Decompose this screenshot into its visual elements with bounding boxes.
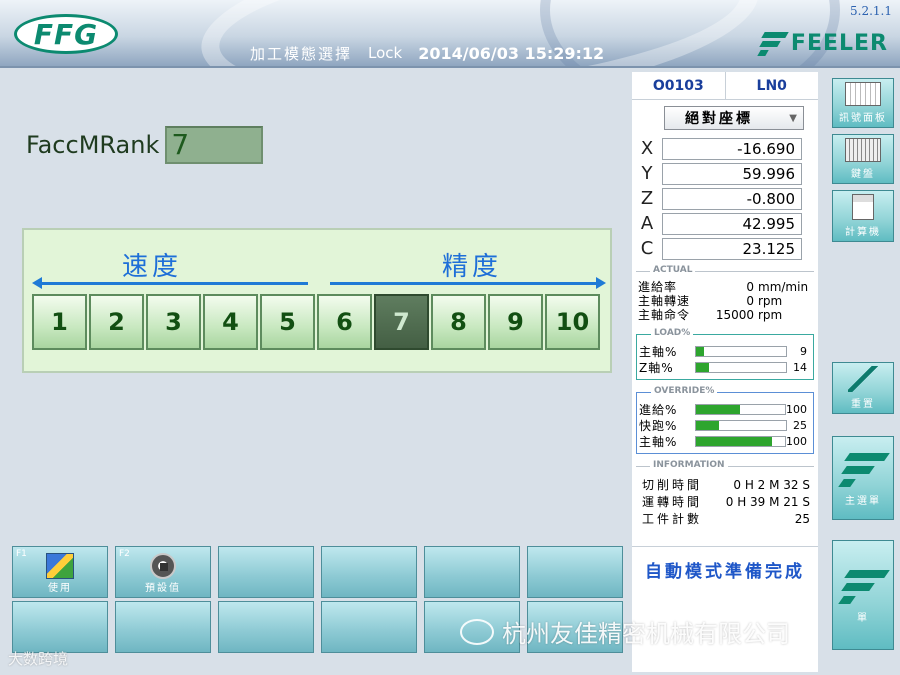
ffg-logo: FFG — [14, 14, 118, 54]
axis-value: 42.995 — [662, 212, 802, 235]
stop-icon — [150, 553, 176, 579]
mode-status-message: 自動模式準備完成 — [632, 546, 818, 582]
actual-group: ACTUAL 進給率 0 mm/min 主軸轉速 0 rpm 主軸命令 15000 rpm — [636, 265, 814, 326]
f9-button[interactable] — [218, 601, 314, 653]
f5-button[interactable] — [424, 546, 520, 598]
rank-button-4[interactable]: 4 — [203, 294, 258, 350]
feeler-logo: FEELER — [757, 30, 888, 56]
axis-row-c: C 23.125 — [632, 236, 818, 261]
f4-button[interactable] — [321, 546, 417, 598]
keyboard-button[interactable]: 鍵盤 — [832, 134, 894, 184]
version-label: 5.2.1.1 — [850, 4, 892, 18]
axis-row-a: A 42.995 — [632, 211, 818, 236]
axis-value: 23.125 — [662, 237, 802, 260]
bar-row: Z軸% 14 — [639, 360, 807, 375]
axis-value: -16.690 — [662, 137, 802, 160]
load-group: LOAD% 主軸% 9 Z軸% 14 — [636, 328, 814, 380]
axis-row-y: Y 59.996 — [632, 161, 818, 186]
rank-button-3[interactable]: 3 — [146, 294, 201, 350]
axis-label: A — [640, 213, 654, 234]
status-row: 運轉時間 0 H 39 M 21 S — [642, 495, 810, 509]
bar-row: 進給% 100 — [639, 402, 807, 417]
rank-value-field[interactable]: 7 — [165, 126, 264, 164]
axis-row-z: Z -0.800 — [632, 186, 818, 211]
f6-button[interactable] — [527, 546, 623, 598]
rank-button-9[interactable]: 9 — [488, 294, 543, 350]
f2-default-button[interactable]: F2 預設值 — [115, 546, 211, 598]
progress-bar — [695, 345, 787, 357]
axis-label: Y — [641, 163, 653, 184]
datetime: 2014/06/03 15:29:12 — [418, 43, 605, 63]
information-group: INFORMATION 切削時間 0 H 2 M 32 S 運轉時間 0 H 39 M… — [636, 460, 814, 532]
rank-button-7[interactable]: 7 — [374, 294, 429, 350]
rank-button-1[interactable]: 1 — [32, 294, 87, 350]
speed-label: 速度 — [122, 252, 183, 282]
program-row: O0103 LN0 — [632, 72, 818, 100]
progress-bar — [695, 419, 787, 431]
status-row: 主軸命令 15000 rpm — [638, 308, 783, 322]
status-row: 主軸轉速 0 rpm — [638, 294, 783, 308]
rank-button-10[interactable]: 10 — [545, 294, 600, 350]
chevron-down-icon: ▼ — [789, 112, 797, 124]
header-bar: FFG 加工模態選擇 Lock 2014/06/03 15:29:12 5.2.… — [0, 0, 900, 68]
rank-selector-panel: 速度 精度 1 2 3 4 5 6 7 8 9 10 — [22, 228, 612, 373]
status-row: 切削時間 0 H 2 M 32 S — [642, 478, 810, 492]
progress-bar — [694, 403, 786, 415]
lock-label: Lock — [368, 44, 403, 62]
f3-button[interactable] — [218, 546, 314, 598]
bar-row: 主軸% 100 — [639, 434, 807, 449]
axis-label: X — [640, 138, 654, 159]
rank-button-6[interactable]: 6 — [317, 294, 372, 350]
calculator-button[interactable]: 計算機 — [832, 190, 894, 242]
rank-button-5[interactable]: 5 — [260, 294, 315, 350]
menu-icon — [838, 449, 890, 489]
coordinate-mode-select[interactable]: 絕對座標 ▼ — [664, 106, 804, 130]
progress-bar — [695, 361, 787, 373]
status-row: 工件計數 25 — [642, 512, 810, 526]
axis-row-x: X -16.690 — [632, 136, 818, 161]
precision-arrow-icon — [330, 277, 606, 289]
logo-icon — [838, 566, 890, 606]
feeler-mark-icon — [757, 30, 789, 56]
rank-row: FaccMRank 7 — [26, 126, 264, 164]
main-menu-button[interactable]: 主選單 — [832, 436, 894, 520]
reset-button[interactable]: 重置 — [832, 362, 894, 414]
edit-icon — [46, 553, 74, 579]
axis-value: -0.800 — [662, 187, 802, 210]
company-watermark: 杭州友佳精密机械有限公司 — [460, 614, 790, 649]
rank-button-8[interactable]: 8 — [431, 294, 486, 350]
line-number: LN0 — [756, 77, 787, 94]
calculator-icon — [852, 194, 874, 220]
f8-button[interactable] — [115, 601, 211, 653]
override-group: OVERRIDE% 進給% 100 快跑% 25 主軸% 100 — [636, 386, 814, 454]
rank-label: FaccMRank — [26, 131, 160, 159]
bar-row: 快跑% 25 — [639, 418, 807, 433]
signal-panel-button[interactable]: 訊號面板 — [832, 78, 894, 128]
rank-button-2[interactable]: 2 — [89, 294, 144, 350]
progress-bar — [694, 435, 786, 447]
rank-button-group: 1 2 3 4 5 6 7 8 9 10 — [32, 294, 600, 350]
axis-value: 59.996 — [662, 162, 802, 185]
axis-position-list: X -16.690 Y 59.996 Z -0.800 A 42.995 C 23.125 — [632, 136, 818, 261]
axis-label: Z — [640, 188, 654, 209]
panel-icon — [845, 82, 881, 106]
f1-use-button[interactable]: F1 使用 — [12, 546, 108, 598]
precision-label: 精度 — [442, 252, 503, 282]
program-number: O0103 — [632, 72, 726, 99]
f10-button[interactable] — [321, 601, 417, 653]
reset-icon — [848, 366, 878, 392]
status-row: 進給率 0 mm/min — [638, 280, 809, 294]
bar-row: 主軸% 9 — [639, 344, 807, 359]
single-button[interactable]: 單 — [832, 540, 894, 650]
f7-button[interactable] — [12, 601, 108, 653]
wechat-icon — [460, 618, 494, 645]
mode-title: 加工模態選擇 — [250, 44, 353, 63]
speed-arrow-icon — [32, 277, 308, 289]
axis-label: C — [640, 238, 654, 259]
source-watermark: 大数跨境 — [8, 650, 69, 668]
keyboard-icon — [845, 138, 881, 162]
machine-status-panel: O0103 LN0 絕對座標 ▼ X -16.690 Y 59.996 Z -0.800 A… — [632, 72, 818, 672]
header-title: 加工模態選擇 Lock 2014/06/03 15:29:12 — [250, 42, 604, 64]
